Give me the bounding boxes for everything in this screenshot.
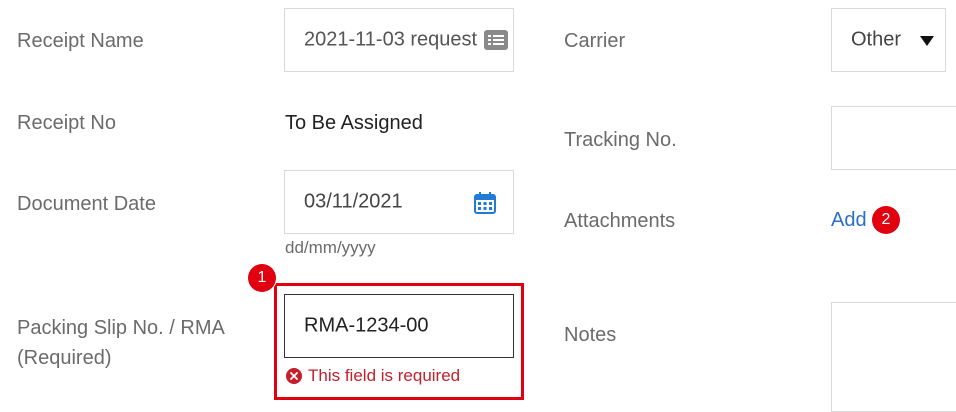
annotation-badge-1: 1 [248,264,276,292]
receipt-name-label: Receipt Name [17,30,144,52]
attachments-label: Attachments [564,210,676,232]
carrier-select[interactable]: Other [831,8,946,72]
packing-slip-input[interactable]: RMA-1234-00 [284,294,514,358]
receipt-no-label: Receipt No [17,112,116,134]
error-x-circle-icon [286,368,302,384]
receipt-name-value: 2021-11-03 request [304,28,478,51]
receipt-name-input[interactable]: 2021-11-03 request [284,8,514,72]
tracking-no-input[interactable] [831,106,956,170]
attachments-add-link[interactable]: Add [831,209,867,232]
document-date-value: 03/11/2021 [304,190,403,213]
receipt-no-value: To Be Assigned [285,112,423,134]
notes-label: Notes [564,324,617,346]
tracking-no-label: Tracking No. [564,129,677,151]
packing-slip-error: This field is required [286,366,460,386]
packing-slip-label: Packing Slip No. / RMA [17,317,225,339]
caret-down-icon [920,36,934,46]
date-format-hint: dd/mm/yyyy [285,238,376,257]
carrier-selected-value: Other [851,28,902,51]
document-date-label: Document Date [17,193,156,215]
annotation-badge-2: 2 [872,206,900,234]
packing-slip-error-text: This field is required [308,366,461,385]
packing-slip-required-label: (Required) [17,347,112,369]
calendar-icon[interactable] [473,191,497,215]
text-list-icon[interactable] [483,29,509,51]
carrier-label: Carrier [564,30,626,52]
notes-textarea[interactable] [831,302,956,412]
document-date-input[interactable]: 03/11/2021 [284,170,514,234]
packing-slip-value: RMA-1234-00 [304,314,429,337]
